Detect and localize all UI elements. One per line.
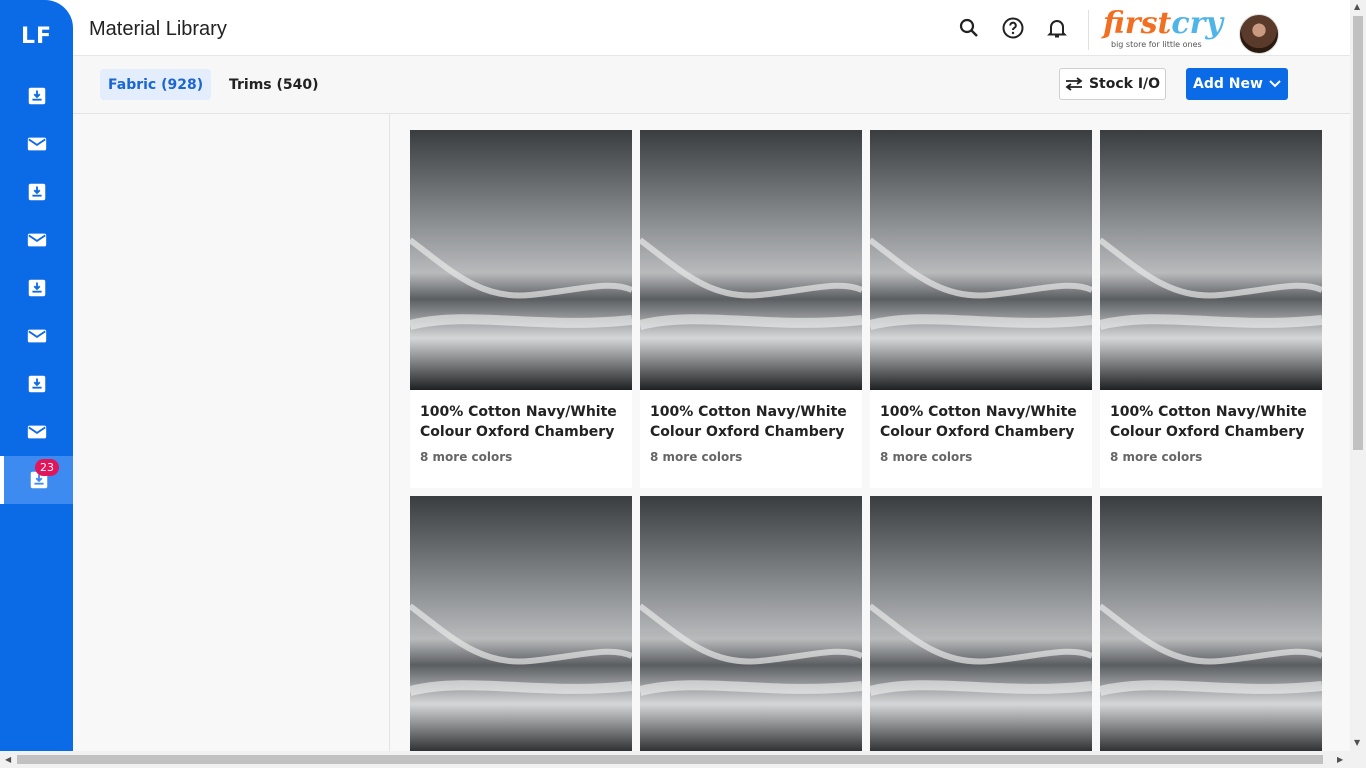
filter-panel — [73, 114, 390, 751]
stock-io-button[interactable]: Stock I/O — [1059, 68, 1166, 100]
scroll-left-arrow-icon[interactable]: ◀ — [5, 755, 11, 764]
vertical-scrollbar[interactable]: ▲ ▼ — [1350, 0, 1366, 751]
card-more-colors[interactable]: 8 more colors — [420, 450, 622, 464]
scroll-down-arrow-icon[interactable]: ▼ — [1354, 738, 1360, 747]
fabric-thumbnail — [870, 496, 1092, 751]
brand-logo[interactable]: LF — [0, 0, 73, 72]
material-card[interactable] — [410, 496, 632, 751]
vertical-scroll-thumb[interactable] — [1353, 16, 1363, 450]
scroll-up-arrow-icon[interactable]: ▲ — [1354, 2, 1360, 11]
material-card[interactable] — [640, 496, 862, 751]
chevron-down-icon — [1269, 80, 1281, 88]
sidebar: LF 23 — [0, 0, 73, 751]
inbox-download-icon — [28, 183, 45, 201]
horizontal-scroll-thumb[interactable] — [17, 755, 1323, 764]
fabric-thumbnail — [870, 130, 1092, 390]
material-grid-area: 100% Cotton Navy/White Colour Oxford Cha… — [390, 114, 1350, 751]
search-icon[interactable] — [957, 16, 981, 40]
add-new-label: Add New — [1193, 76, 1263, 92]
scroll-right-arrow-icon[interactable]: ▶ — [1337, 755, 1343, 764]
sidebar-item-2[interactable] — [0, 120, 73, 168]
fabric-thumbnail — [640, 130, 862, 390]
sidebar-item-7[interactable] — [0, 360, 73, 408]
material-card[interactable] — [870, 496, 1092, 751]
material-card[interactable] — [1100, 496, 1322, 751]
header-divider — [1088, 10, 1089, 50]
fabric-thumbnail — [640, 496, 862, 751]
card-title: 100% Cotton Navy/White Colour Oxford Cha… — [420, 404, 617, 440]
sidebar-item-5[interactable] — [0, 264, 73, 312]
horizontal-scrollbar[interactable]: ◀ ▶ — [0, 751, 1366, 768]
mail-icon — [27, 329, 46, 343]
card-more-colors[interactable]: 8 more colors — [880, 450, 1082, 464]
help-icon[interactable] — [1001, 16, 1025, 40]
sidebar-item-4[interactable] — [0, 216, 73, 264]
sidebar-item-6[interactable] — [0, 312, 73, 360]
material-card[interactable]: 100% Cotton Navy/White Colour Oxford Cha… — [410, 130, 632, 488]
sidebar-item-3[interactable] — [0, 168, 73, 216]
tab-fabric[interactable]: Fabric (928) — [100, 69, 212, 100]
material-card[interactable]: 100% Cotton Navy/White Colour Oxford Cha… — [640, 130, 862, 488]
sidebar-item-8[interactable] — [0, 408, 73, 456]
card-more-colors[interactable]: 8 more colors — [650, 450, 852, 464]
user-avatar[interactable] — [1239, 14, 1279, 54]
card-title: 100% Cotton Navy/White Colour Oxford Cha… — [880, 404, 1077, 440]
material-card[interactable]: 100% Cotton Navy/White Colour Oxford Cha… — [870, 130, 1092, 488]
sidebar-item-9-active[interactable]: 23 — [0, 456, 73, 504]
bell-icon[interactable] — [1045, 16, 1069, 40]
fabric-thumbnail — [1100, 496, 1322, 751]
inbox-download-icon — [28, 375, 45, 393]
material-card[interactable]: 100% Cotton Navy/White Colour Oxford Cha… — [1100, 130, 1322, 488]
mail-icon — [27, 137, 46, 151]
tab-trims[interactable]: Trims (540) — [221, 69, 327, 100]
card-title: 100% Cotton Navy/White Colour Oxford Cha… — [1110, 404, 1307, 440]
inbox-download-icon — [28, 279, 45, 297]
swap-arrows-icon — [1065, 77, 1083, 91]
card-title: 100% Cotton Navy/White Colour Oxford Cha… — [650, 404, 847, 440]
toolbar: Fabric (928) Trims (540) Stock I/O Add N… — [73, 56, 1350, 114]
company-logo[interactable]: firstcry big store for little ones — [1103, 8, 1225, 50]
mail-icon — [27, 425, 46, 439]
inbox-download-icon — [28, 87, 45, 105]
add-new-button[interactable]: Add New — [1186, 68, 1288, 100]
fabric-thumbnail — [1100, 130, 1322, 390]
logo-tagline: big store for little ones — [1111, 40, 1202, 49]
stock-io-label: Stock I/O — [1088, 76, 1161, 92]
logo-wordmark: firstcry — [1103, 6, 1223, 41]
fabric-thumbnail — [410, 496, 632, 751]
notification-badge: 23 — [35, 459, 59, 476]
mail-icon — [27, 233, 46, 247]
sidebar-item-1[interactable] — [0, 72, 73, 120]
fabric-thumbnail — [410, 130, 632, 390]
material-grid: 100% Cotton Navy/White Colour Oxford Cha… — [410, 130, 1322, 751]
top-header: Material Library firstcry big store for … — [73, 0, 1350, 56]
card-more-colors[interactable]: 8 more colors — [1110, 450, 1312, 464]
page-title: Material Library — [89, 18, 227, 40]
